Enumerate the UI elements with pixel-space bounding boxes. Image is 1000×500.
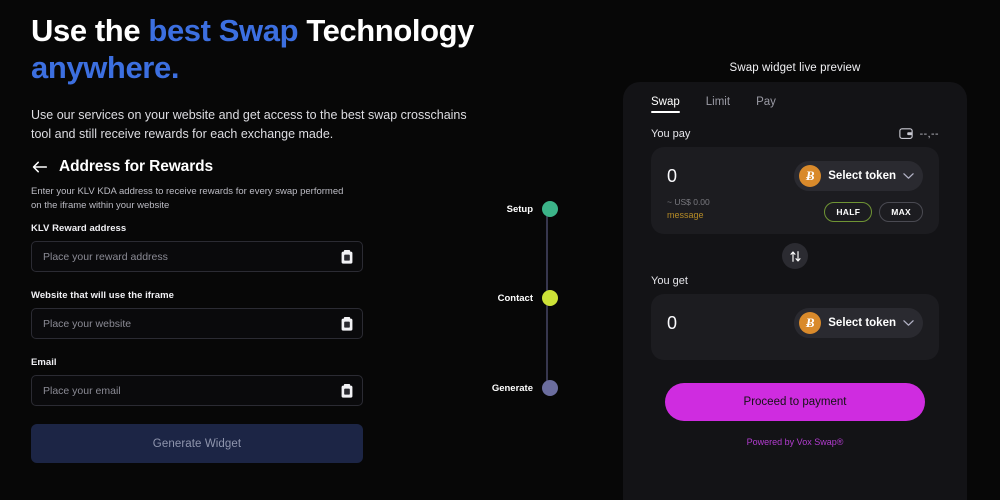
progress-stepper: Setup Contact Generate (492, 198, 558, 398)
stepper-dot-contact (542, 290, 558, 306)
field-label: Email (31, 357, 57, 368)
preview-title: Swap widget live preview (729, 62, 861, 74)
field-label: Website that will use the iframe (31, 290, 174, 301)
max-button[interactable]: MAX (879, 202, 923, 222)
klv-reward-address-input[interactable] (32, 242, 362, 271)
chevron-down-icon (903, 173, 914, 179)
stepper-step-label: Contact (497, 292, 533, 304)
percent-buttons: HALF MAX (824, 202, 923, 222)
half-button[interactable]: HALF (824, 202, 873, 222)
you-pay-header: You pay --,-- (651, 127, 939, 140)
hero-title-accent-2: anywhere (31, 50, 171, 85)
you-get-token-selector[interactable]: Ƀ Select token (794, 308, 923, 338)
arrow-left-icon[interactable] (31, 159, 48, 175)
form-header: Address for Rewards Enter your KLV KDA a… (31, 158, 381, 213)
stepper-dot-generate (542, 380, 558, 396)
wallet-icon (898, 128, 913, 139)
you-get-token-label: Select token (828, 317, 896, 329)
hero-title-accent-1: best Swap (148, 13, 299, 48)
stepper-step-contact[interactable]: Contact (498, 290, 558, 306)
stepper-step-setup[interactable]: Setup (507, 201, 558, 217)
you-pay-token-selector[interactable]: Ƀ Select token (794, 161, 923, 191)
you-pay-amount-row: 0 Ƀ Select token (667, 161, 923, 191)
form-title: Address for Rewards (59, 158, 214, 175)
you-pay-meta: ~ US$ 0.00 message (667, 196, 710, 222)
you-pay-amount[interactable]: 0 (667, 166, 677, 187)
email-input-wrapper[interactable] (31, 375, 363, 406)
stepper-step-label: Setup (506, 203, 533, 215)
switch-direction-button[interactable] (782, 243, 808, 269)
field-group-email: Email (31, 357, 363, 406)
form-header-row: Address for Rewards (31, 158, 381, 176)
generate-widget-button[interactable]: Generate Widget (31, 424, 363, 463)
you-get-amount[interactable]: 0 (667, 313, 677, 334)
you-get-header: You get (651, 275, 939, 287)
you-get-amount-row: 0 Ƀ Select token (667, 308, 923, 338)
hero-title-part-1: Use the (31, 13, 149, 48)
field-label: KLV Reward address (31, 223, 127, 234)
hero-title-part-2: Technology (298, 13, 475, 48)
tab-limit[interactable]: Limit (706, 96, 730, 113)
widget-tabs: Swap Limit Pay (623, 82, 967, 113)
you-pay-token-label: Select token (828, 170, 896, 182)
website-input[interactable] (32, 309, 362, 338)
clipboard-paste-icon[interactable] (340, 383, 354, 398)
bitcoin-icon: Ƀ (799, 312, 822, 334)
email-input[interactable] (32, 376, 362, 405)
clipboard-paste-icon[interactable] (340, 249, 354, 264)
proceed-to-payment-button[interactable]: Proceed to payment (665, 383, 925, 421)
you-get-label: You get (651, 275, 688, 287)
hero-title-period: . (170, 50, 180, 85)
page-root: Use the best Swap Technology anywhere. Us… (0, 0, 1000, 500)
chevron-down-icon (903, 320, 914, 326)
you-pay-message: message (667, 210, 704, 220)
bitcoin-icon: Ƀ (799, 165, 822, 187)
you-pay-footer: ~ US$ 0.00 message HALF MAX (667, 196, 923, 222)
field-group-website: Website that will use the iframe (31, 290, 363, 339)
swap-widget-panel: Swap Limit Pay You pay --,-- 0 Ƀ Select … (623, 82, 967, 500)
switch-direction-wrapper (623, 243, 967, 269)
stepper-dot-setup (542, 201, 558, 217)
stepper-step-generate[interactable]: Generate (492, 380, 558, 396)
you-pay-card: 0 Ƀ Select token ~ US$ 0.00 message HALF… (651, 147, 939, 234)
hero-section: Use the best Swap Technology anywhere. Us… (31, 12, 501, 144)
klv-reward-address-input-wrapper[interactable] (31, 241, 363, 272)
powered-by-footer: Powered by Vox Swap® (746, 437, 844, 447)
you-get-card: 0 Ƀ Select token (651, 294, 939, 360)
hero-subtitle: Use our services on your website and get… (31, 108, 467, 141)
field-group-klv-reward-address: KLV Reward address (31, 223, 363, 272)
wallet-balance-value: --,-- (919, 127, 939, 140)
you-pay-label: You pay (651, 127, 691, 140)
you-pay-fiat-value: ~ US$ 0.00 (667, 197, 710, 207)
website-input-wrapper[interactable] (31, 308, 363, 339)
form-description: Enter your KLV KDA address to receive re… (31, 186, 344, 211)
wallet-balance: --,-- (898, 127, 939, 140)
swap-vertical-arrows-icon (789, 250, 801, 262)
tab-pay[interactable]: Pay (756, 96, 776, 113)
tab-swap[interactable]: Swap (651, 96, 680, 113)
stepper-step-label: Generate (491, 382, 533, 394)
clipboard-paste-icon[interactable] (340, 316, 354, 331)
page-title: Use the best Swap Technology anywhere. (31, 12, 501, 86)
